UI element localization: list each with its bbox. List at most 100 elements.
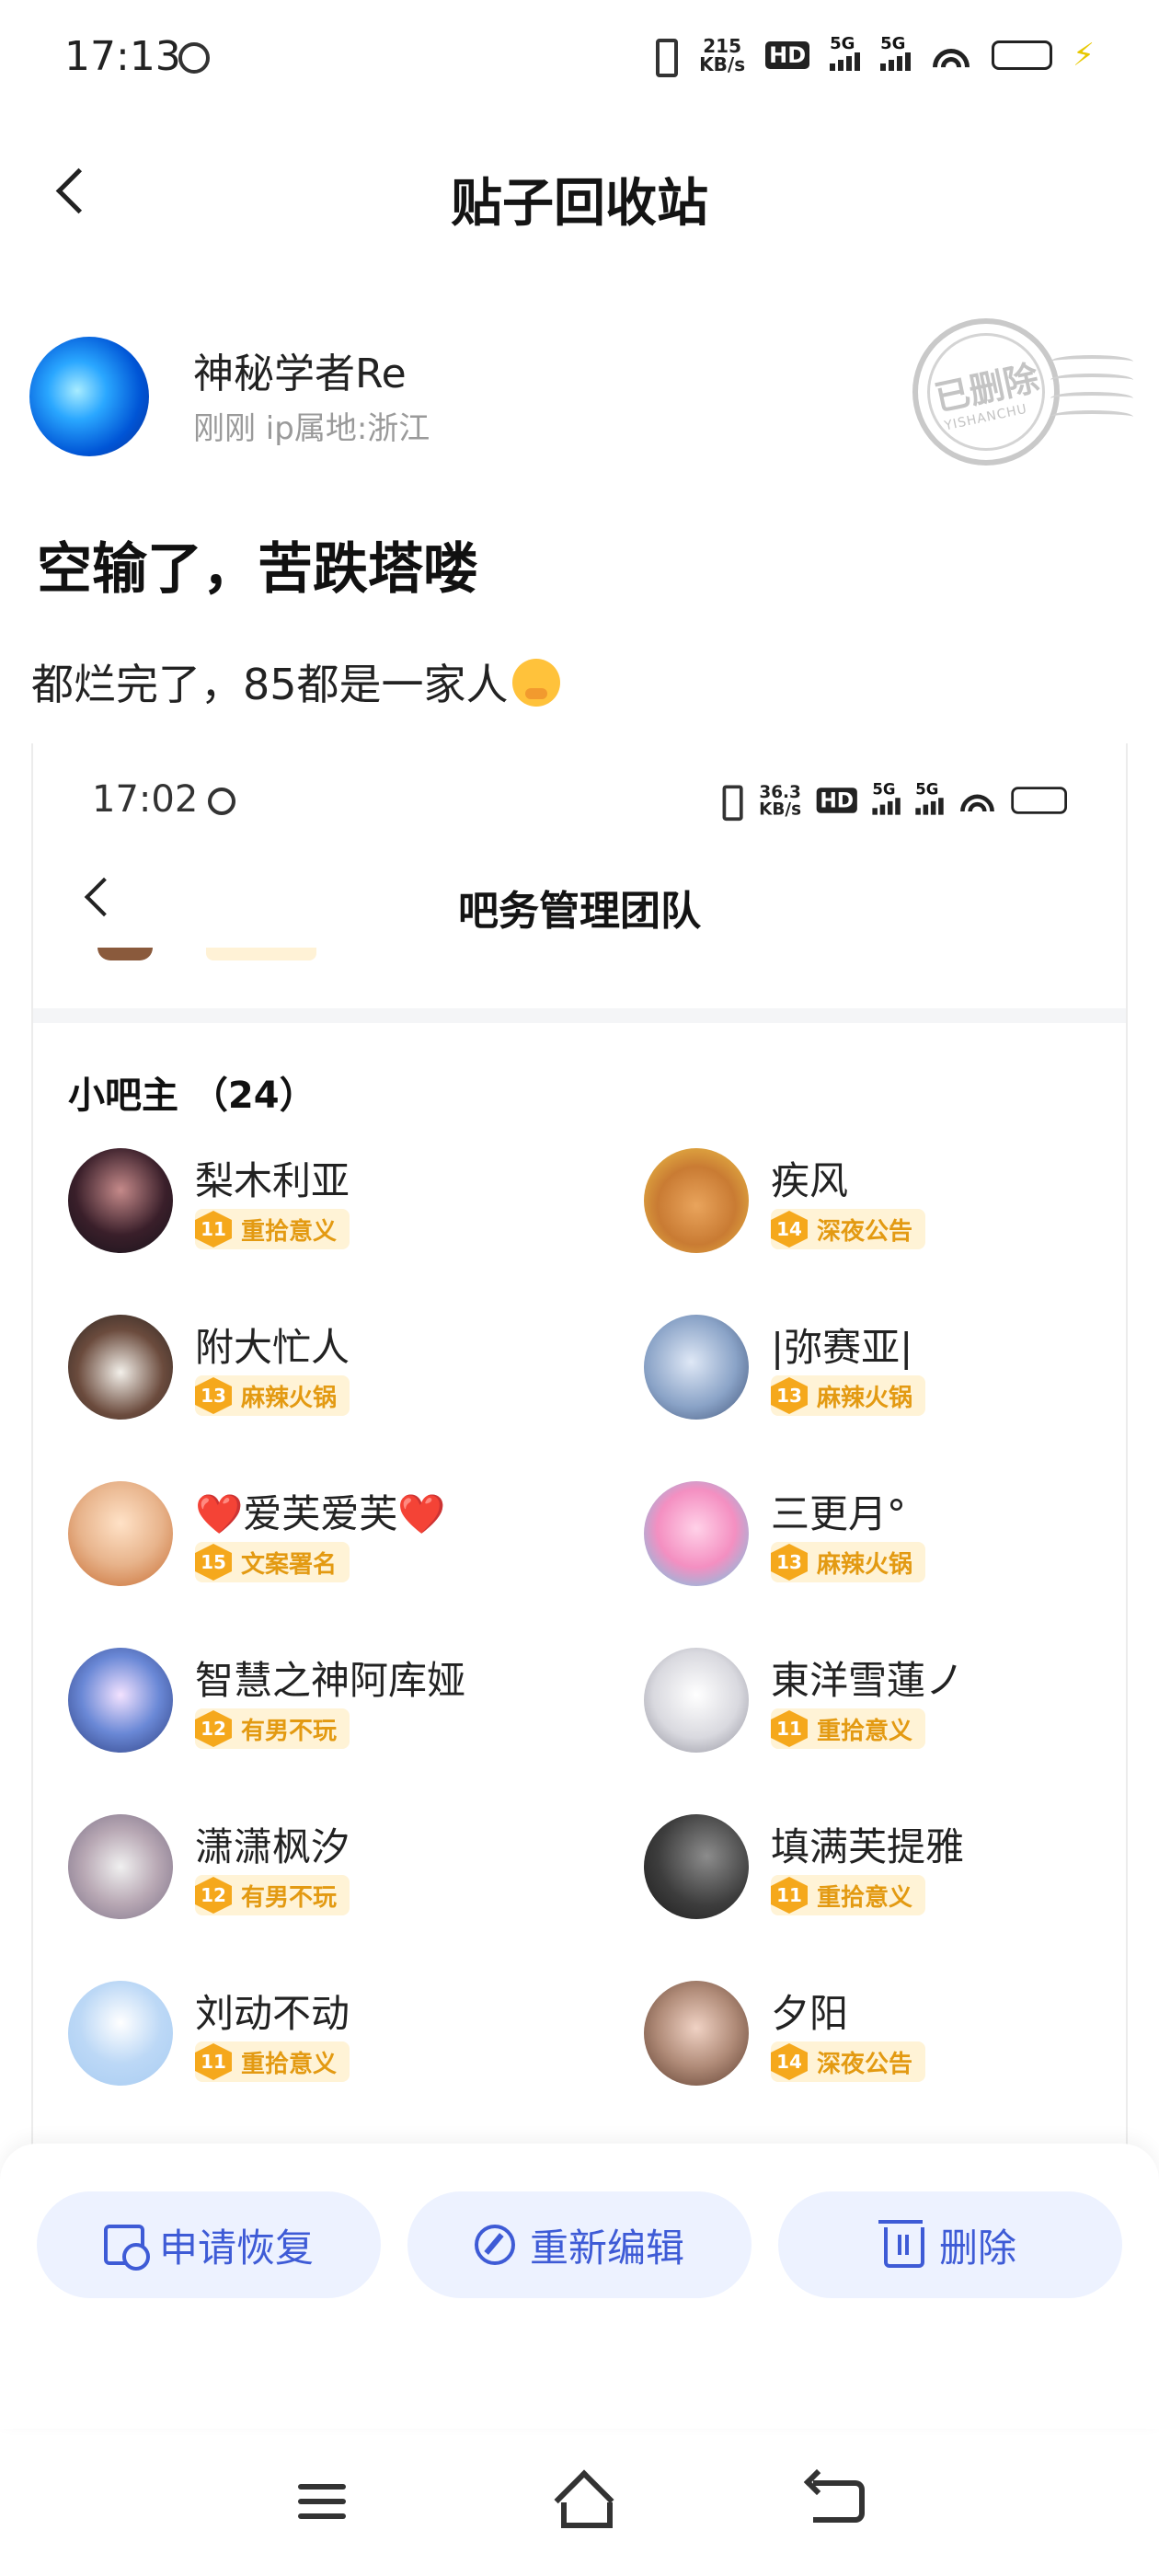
member-item[interactable]: ❤️爱芙爱芙❤️ 15 文案署名: [68, 1481, 565, 1601]
member-avatar[interactable]: [68, 1315, 173, 1420]
member-name[interactable]: 梨木利亚: [195, 1150, 350, 1206]
embedded-title: 吧务管理团队: [458, 888, 701, 935]
member-level-badge: 14 深夜公告: [771, 1209, 926, 1249]
member-level-badge: 15 文案署名: [195, 1542, 350, 1582]
level-hexagon-icon: 15: [195, 1544, 232, 1581]
edit-icon: [474, 2225, 515, 2265]
member-avatar[interactable]: [644, 1814, 749, 1919]
status-bar: 17:13 215 KB/s HD 5G 5G ⚡: [0, 0, 1159, 120]
blush-emoji-icon: [511, 659, 560, 707]
level-hexagon-icon: 11: [771, 1710, 808, 1747]
member-avatar[interactable]: [68, 1981, 173, 2086]
back-nav-icon[interactable]: [813, 2480, 865, 2523]
member-name[interactable]: 附大忙人: [195, 1317, 350, 1373]
post-body-text: 都烂完了，85都是一家人: [31, 660, 509, 709]
member-name[interactable]: ❤️爱芙爱芙❤️: [195, 1483, 446, 1539]
member-avatar[interactable]: [644, 1148, 749, 1253]
member-level-badge: 11 重拾意义: [771, 1875, 926, 1915]
member-name[interactable]: 夕阳: [771, 1983, 848, 2039]
member-item[interactable]: 疾风 14 深夜公告: [644, 1148, 1126, 1268]
level-hexagon-icon: 11: [195, 1211, 232, 1248]
member-name[interactable]: 智慧之神阿库娅: [195, 1650, 465, 1706]
member-name[interactable]: |弥赛亚|: [771, 1317, 912, 1373]
member-item[interactable]: 東洋雪蓮ノ 11 重拾意义: [644, 1648, 1126, 1767]
member-item[interactable]: 智慧之神阿库娅 12 有男不玩: [68, 1648, 565, 1767]
member-avatar[interactable]: [68, 1481, 173, 1586]
member-item[interactable]: 刘动不动 11 重拾意义: [68, 1981, 565, 2100]
member-avatar[interactable]: [68, 1148, 173, 1253]
member-name[interactable]: 東洋雪蓮ノ: [771, 1650, 964, 1706]
hd-badge: HD: [765, 41, 810, 69]
home-nav-icon[interactable]: [552, 2475, 613, 2528]
level-hexagon-icon: 13: [195, 1377, 232, 1414]
member-level-badge: 13 麻辣火锅: [771, 1542, 926, 1582]
member-avatar[interactable]: [68, 1814, 173, 1919]
delete-button[interactable]: 删除: [778, 2191, 1122, 2298]
member-avatar[interactable]: [644, 1315, 749, 1420]
cut-off-member-row: [98, 948, 316, 966]
member-item[interactable]: 附大忙人 13 麻辣火锅: [68, 1315, 565, 1434]
embedded-status-icons: 36.3 KB/s HD 5G 5G: [715, 780, 1067, 822]
member-level-badge: 11 重拾意义: [771, 1708, 926, 1749]
member-badge-text: 重拾意义: [241, 1217, 338, 1246]
level-hexagon-icon: 13: [771, 1377, 808, 1414]
level-hexagon-icon: 11: [195, 2043, 232, 2080]
hd-badge: HD: [816, 788, 857, 813]
member-avatar[interactable]: [644, 1981, 749, 2086]
net-speed-unit: KB/s: [759, 799, 802, 820]
author-avatar[interactable]: [29, 337, 149, 456]
member-name[interactable]: 潇潇枫汐: [195, 1816, 350, 1872]
signal-label: 5G: [915, 780, 939, 799]
member-item[interactable]: 潇潇枫汐 12 有男不玩: [68, 1814, 565, 1934]
page-title: 贴子回收站: [451, 174, 708, 234]
embedded-status-time: 17:02: [92, 778, 199, 821]
menu-nav-icon[interactable]: [298, 2484, 346, 2521]
member-name[interactable]: 填满芙提雅: [771, 1816, 964, 1872]
member-level-badge: 13 麻辣火锅: [195, 1375, 350, 1416]
level-hexagon-icon: 12: [195, 1710, 232, 1747]
member-avatar[interactable]: [644, 1481, 749, 1586]
member-name[interactable]: 三更月°: [771, 1483, 906, 1539]
author-name[interactable]: 神秘学者Re: [193, 340, 407, 399]
level-hexagon-icon: 14: [771, 2043, 808, 2080]
level-hexagon-icon: 12: [195, 1877, 232, 1914]
embedded-screenshot[interactable]: 17:02 36.3 KB/s HD 5G 5G 吧务管理团队 小吧主 （24）…: [31, 743, 1128, 2169]
member-name[interactable]: 刘动不动: [195, 1983, 350, 2039]
page-header: 贴子回收站: [0, 138, 1159, 248]
member-item[interactable]: 填满芙提雅 11 重拾意义: [644, 1814, 1126, 1934]
member-badge-text: 麻辣火锅: [241, 1384, 338, 1412]
signal-label: 5G: [880, 34, 906, 53]
member-badge-text: 重拾意义: [241, 2050, 338, 2078]
delete-label: 删除: [938, 2225, 1016, 2271]
author-meta: 刚刚 ip属地:浙江: [193, 410, 430, 447]
member-item[interactable]: |弥赛亚| 13 麻辣火锅: [644, 1315, 1126, 1434]
member-avatar[interactable]: [68, 1648, 173, 1753]
member-level-badge: 11 重拾意义: [195, 1209, 350, 1249]
member-badge-text: 深夜公告: [817, 1217, 913, 1246]
member-name[interactable]: 疾风: [771, 1150, 848, 1206]
embedded-status-bar: 17:02 36.3 KB/s HD 5G 5G: [33, 743, 1126, 845]
net-speed: 36.3 KB/s: [759, 784, 801, 818]
member-avatar[interactable]: [644, 1648, 749, 1753]
signal-icon-1: 5G: [830, 34, 861, 71]
post-title: 空输了，苦跌塔喽: [37, 537, 478, 602]
signal-icon-2: 5G: [880, 34, 912, 71]
member-level-badge: 12 有男不玩: [195, 1875, 350, 1915]
member-badge-text: 深夜公告: [817, 2050, 913, 2078]
stamp-text: 已删除: [931, 357, 1043, 419]
member-item[interactable]: 三更月° 13 麻辣火锅: [644, 1481, 1126, 1601]
request-restore-button[interactable]: 申请恢复: [37, 2191, 381, 2298]
embedded-header: 吧务管理团队: [33, 845, 1126, 955]
battery-icon: [992, 40, 1053, 70]
net-speed: 215 KB/s: [699, 37, 745, 74]
charging-icon: ⚡: [1073, 37, 1095, 74]
level-hexagon-icon: 13: [771, 1544, 808, 1581]
level-hexagon-icon: 14: [771, 1211, 808, 1248]
member-item[interactable]: 夕阳 14 深夜公告: [644, 1981, 1126, 2100]
reedit-button[interactable]: 重新编辑: [407, 2191, 752, 2298]
net-speed-unit: KB/s: [699, 53, 746, 75]
level-hexagon-icon: 11: [771, 1877, 808, 1914]
member-item[interactable]: 梨木利亚 11 重拾意义: [68, 1148, 565, 1268]
deleted-stamp: 已删除 YISHANCHU: [912, 318, 1133, 475]
section-divider: [33, 1008, 1126, 1023]
